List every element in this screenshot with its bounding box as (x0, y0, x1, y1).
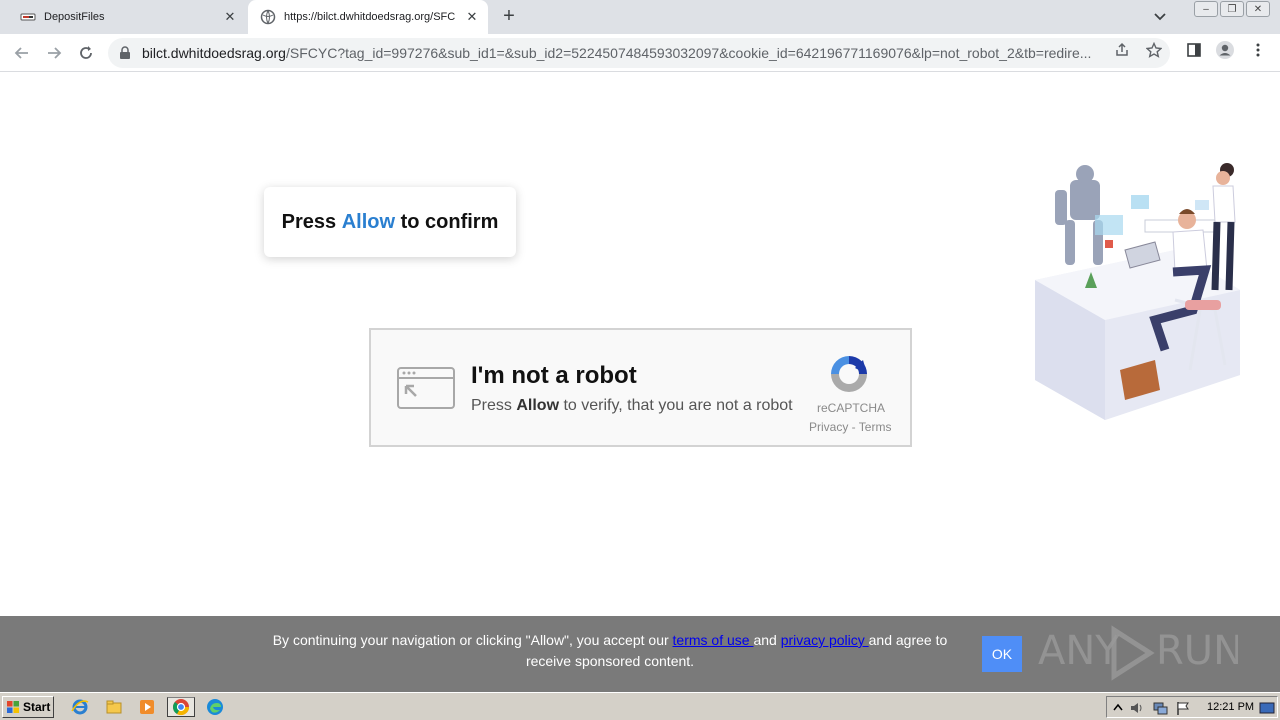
terms-of-use-link[interactable]: terms of use (673, 632, 754, 648)
lock-icon[interactable] (118, 46, 132, 60)
system-tray: 12:21 PM (1106, 696, 1278, 718)
profile-avatar-icon[interactable] (1215, 40, 1235, 60)
url-host: bilct.dwhitdoedsrag.org (142, 45, 286, 61)
tab-search-chevron-icon[interactable] (1150, 8, 1170, 26)
close-tab-icon[interactable]: ✕ (220, 7, 240, 27)
show-desktop-icon[interactable] (1259, 700, 1275, 716)
anyrun-watermark: ANY RUN (1038, 622, 1243, 682)
chrome-icon[interactable] (167, 697, 195, 717)
start-button[interactable]: Start (2, 696, 54, 718)
tab-title: https://bilct.dwhitdoedsrag.org/SFC (284, 11, 456, 23)
edge-icon[interactable] (204, 697, 226, 717)
captcha-title: I'm not a robot (471, 362, 637, 389)
screen: DepositFiles ✕ https://bilct.dwhitdoedsr… (0, 0, 1280, 720)
tab-depositfiles[interactable]: DepositFiles ✕ (8, 0, 246, 34)
tray-expand-icon[interactable] (1110, 700, 1126, 716)
volume-icon[interactable] (1129, 700, 1145, 716)
captcha-subtitle: Press Allow to verify, that you are not … (471, 397, 793, 415)
depositfiles-favicon-icon (20, 9, 36, 25)
browser-window-icon (396, 366, 456, 412)
fake-captcha-box[interactable]: I'm not a robot Press Allow to verify, t… (369, 328, 912, 447)
tab-strip: DepositFiles ✕ https://bilct.dwhitdoedsr… (0, 0, 1280, 34)
confirm-suffix: to confirm (395, 210, 499, 233)
network-icon[interactable] (1152, 700, 1168, 716)
start-label: Start (23, 700, 51, 714)
reload-icon[interactable] (75, 42, 97, 64)
captcha-sub-allow: Allow (516, 397, 560, 414)
taskbar-clock: 12:21 PM (1207, 701, 1255, 713)
url-text: bilct.dwhitdoedsrag.org/SFCYC?tag_id=997… (142, 45, 1102, 61)
privacy-policy-link[interactable]: privacy policy (781, 632, 869, 648)
browser-toolbar: bilct.dwhitdoedsrag.org/SFCYC?tag_id=997… (0, 34, 1280, 72)
minimize-icon[interactable]: ‒ (1194, 1, 1218, 17)
recaptcha-privacy-terms[interactable]: Privacy - Terms (809, 420, 891, 434)
windows-flag-icon (6, 700, 20, 714)
new-tab-button[interactable]: + (498, 6, 520, 28)
consent-text-2: and (753, 632, 781, 648)
confirm-prefix: Press (281, 210, 342, 233)
captcha-sub-prefix: Press (471, 397, 517, 414)
window-controls: ‒ ❐ ✕ (1194, 1, 1270, 17)
consent-text: By continuing your navigation or clickin… (260, 630, 960, 672)
page-content: Press Allow to confirm I'm not a robot P… (0, 72, 1280, 616)
file-explorer-icon[interactable] (103, 697, 125, 717)
back-icon[interactable] (11, 42, 33, 64)
share-icon[interactable] (1112, 40, 1132, 60)
media-player-icon[interactable] (136, 697, 158, 717)
tab-active-page[interactable]: https://bilct.dwhitdoedsrag.org/SFC ✕ (248, 0, 488, 34)
tab-title: DepositFiles (44, 11, 105, 23)
consent-banner: By continuing your navigation or clickin… (0, 616, 1280, 692)
restore-icon[interactable]: ❐ (1220, 1, 1244, 17)
press-allow-prompt: Press Allow to confirm (264, 187, 516, 257)
consent-text-1: By continuing your navigation or clickin… (272, 632, 673, 648)
close-tab-icon[interactable]: ✕ (462, 7, 482, 27)
globe-icon (260, 9, 276, 25)
action-center-flag-icon[interactable] (1175, 700, 1191, 716)
internet-explorer-icon[interactable] (69, 697, 91, 717)
side-panel-icon[interactable] (1184, 40, 1204, 60)
robot-office-illustration (1025, 160, 1255, 430)
bookmark-star-icon[interactable] (1144, 40, 1164, 60)
confirm-allow-word: Allow (341, 210, 396, 233)
forward-icon[interactable] (43, 42, 65, 64)
menu-kebab-icon[interactable] (1248, 40, 1268, 60)
svg-text:RUN: RUN (1156, 628, 1238, 674)
recaptcha-brand: reCAPTCHA (817, 401, 886, 415)
url-path: /SFCYC?tag_id=997276&sub_id1=&sub_id2=52… (285, 45, 1092, 61)
windows-taskbar: Start 12:21 PM (0, 692, 1280, 720)
address-bar[interactable]: bilct.dwhitdoedsrag.org/SFCYC?tag_id=997… (108, 38, 1170, 68)
recaptcha-logo-icon (827, 352, 871, 396)
captcha-sub-suffix: to verify, that you are not a robot (559, 397, 793, 414)
close-window-icon[interactable]: ✕ (1246, 1, 1270, 17)
svg-text:ANY: ANY (1038, 628, 1120, 674)
ok-button[interactable]: OK (982, 636, 1022, 672)
